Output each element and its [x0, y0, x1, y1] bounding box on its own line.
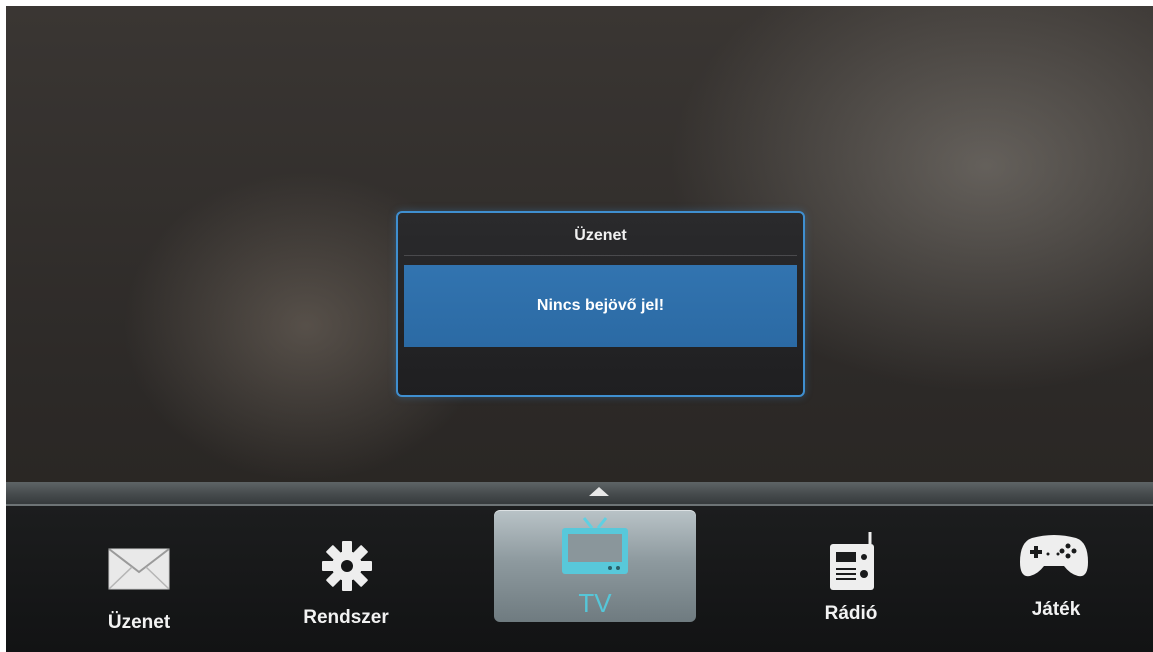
- menu-item-uzenet[interactable]: [76, 6, 216, 152]
- menu-label-radio[interactable]: Rádió: [825, 603, 878, 625]
- menu-label-uzenet[interactable]: Üzenet: [108, 612, 170, 634]
- menu-label-rendszer[interactable]: Rendszer: [303, 607, 389, 629]
- dialog-title: Üzenet: [574, 227, 627, 244]
- arrow-up-icon[interactable]: [589, 487, 609, 496]
- dialog-message: Nincs bejövő jel!: [536, 297, 665, 314]
- menu-item-tv[interactable]: TV: [494, 510, 696, 622]
- gear-icon: [322, 541, 372, 591]
- dialog-body: Nincs bejövő jel!: [404, 265, 797, 347]
- menu-label-tv: TV: [578, 588, 612, 618]
- dialog-divider: [404, 255, 797, 256]
- gamepad-icon: [1020, 535, 1088, 577]
- radio-icon: [830, 532, 874, 590]
- envelope-icon: [108, 548, 170, 590]
- menu-label-jatek[interactable]: Játék: [1032, 599, 1081, 621]
- message-dialog: Üzenet Nincs bejövő jel!: [396, 211, 805, 397]
- menu-bar-divider: [6, 482, 1153, 506]
- tv-icon: [562, 517, 628, 574]
